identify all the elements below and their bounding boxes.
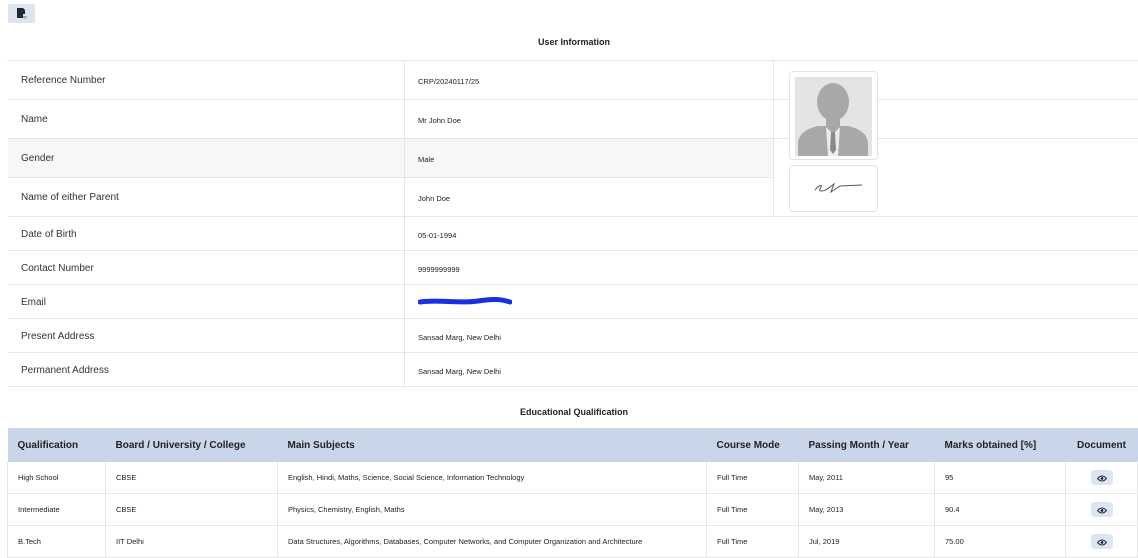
info-value: 05-01-1994	[418, 231, 457, 240]
cell-course-mode: Full Time	[706, 493, 799, 526]
info-value: CRP/20240117/25	[418, 77, 480, 86]
eye-icon	[1096, 507, 1107, 514]
cell-course-mode: Full Time	[706, 525, 799, 558]
col-header-course-mode: Course Mode	[706, 428, 799, 462]
cell-document	[1065, 525, 1138, 558]
user-information-title: User Information	[537, 37, 610, 47]
user-photo-placeholder-icon	[795, 77, 872, 156]
info-label: Name	[21, 114, 48, 125]
info-row-parent: Name of either Parent John Doe	[8, 178, 1138, 217]
info-label: Gender	[21, 153, 55, 164]
cell-marks: 95	[934, 462, 1066, 494]
cell-qualification: High School	[7, 462, 106, 494]
pdf-export-icon: PDF	[17, 8, 27, 20]
col-header-marks: Marks obtained [%]	[934, 428, 1066, 462]
user-signature[interactable]	[789, 165, 878, 212]
education-table: Qualification Board / University / Colle…	[7, 428, 1138, 558]
table-row: B.Tech IIT Delhi Data Structures, Algori…	[7, 525, 1138, 558]
cell-subjects: English, Hindi, Maths, Science, Social S…	[277, 462, 707, 494]
cell-passing: Jul, 2019	[798, 525, 935, 558]
svg-text:PDF: PDF	[22, 16, 27, 20]
info-label: Reference Number	[21, 75, 106, 86]
cell-document	[1065, 462, 1138, 494]
info-value: Sansad Marg, New Delhi	[418, 367, 501, 376]
info-label: Present Address	[21, 331, 95, 342]
cell-subjects: Data Structures, Algorithms, Databases, …	[277, 525, 707, 558]
info-row-contact: Contact Number 9999999999	[8, 251, 1138, 285]
info-row-present-address: Present Address Sansad Marg, New Delhi	[8, 319, 1138, 353]
info-row-dob: Date of Birth 05-01-1994	[8, 217, 1138, 251]
cell-board: IIT Delhi	[105, 525, 278, 558]
pdf-export-button[interactable]: PDF	[8, 4, 35, 23]
email-redaction-mark	[418, 297, 512, 305]
table-row: Intermediate CBSE Physics, Chemistry, En…	[7, 493, 1138, 526]
info-label: Email	[21, 297, 47, 308]
col-header-qualification: Qualification	[7, 428, 106, 462]
cell-marks: 90.4	[934, 493, 1066, 526]
info-row-name: Name Mr John Doe	[8, 100, 1138, 139]
col-header-subjects: Main Subjects	[277, 428, 707, 462]
cell-marks: 75.00	[934, 525, 1066, 558]
info-row-gender: Gender Male	[8, 139, 774, 178]
user-information-table: Reference Number CRP/20240117/25 Name Mr…	[7, 60, 1138, 387]
cell-course-mode: Full Time	[706, 462, 799, 494]
user-photo[interactable]	[789, 71, 878, 160]
info-value: Mr John Doe	[418, 116, 461, 125]
signature-image-icon	[814, 182, 863, 194]
cell-passing: May, 2013	[798, 493, 935, 526]
cell-qualification: B.Tech	[7, 525, 106, 558]
info-value: 9999999999	[418, 265, 460, 274]
view-document-button[interactable]	[1090, 534, 1113, 549]
educational-qualification-title: Educational Qualification	[519, 407, 628, 417]
cell-subjects: Physics, Chemistry, English, Maths	[277, 493, 707, 526]
view-document-button[interactable]	[1090, 470, 1113, 485]
column-divider	[773, 61, 774, 217]
col-header-passing: Passing Month / Year	[798, 428, 935, 462]
info-label: Name of either Parent	[21, 192, 119, 203]
eye-icon	[1096, 475, 1107, 482]
info-label: Date of Birth	[21, 229, 77, 240]
eye-icon	[1096, 539, 1107, 546]
info-row-permanent-address: Permanent Address Sansad Marg, New Delhi	[8, 353, 1138, 387]
col-header-board: Board / University / College	[105, 428, 278, 462]
cell-passing: May, 2011	[798, 462, 935, 494]
view-document-button[interactable]	[1090, 502, 1113, 517]
cell-board: CBSE	[105, 493, 278, 526]
cell-qualification: Intermediate	[7, 493, 106, 526]
info-value: John Doe	[418, 194, 451, 203]
col-header-document: Document	[1065, 428, 1138, 462]
info-value: Male	[418, 155, 435, 164]
info-row-reference: Reference Number CRP/20240117/25	[8, 61, 1138, 100]
info-label: Contact Number	[21, 263, 94, 274]
info-value: Sansad Marg, New Delhi	[418, 333, 501, 342]
table-header-row: Qualification Board / University / Colle…	[7, 428, 1138, 462]
info-row-email: Email	[8, 285, 1138, 319]
cell-document	[1065, 493, 1138, 526]
column-divider	[404, 61, 405, 386]
cell-board: CBSE	[105, 462, 278, 494]
table-row: High School CBSE English, Hindi, Maths, …	[7, 462, 1138, 494]
info-label: Permanent Address	[21, 365, 109, 376]
